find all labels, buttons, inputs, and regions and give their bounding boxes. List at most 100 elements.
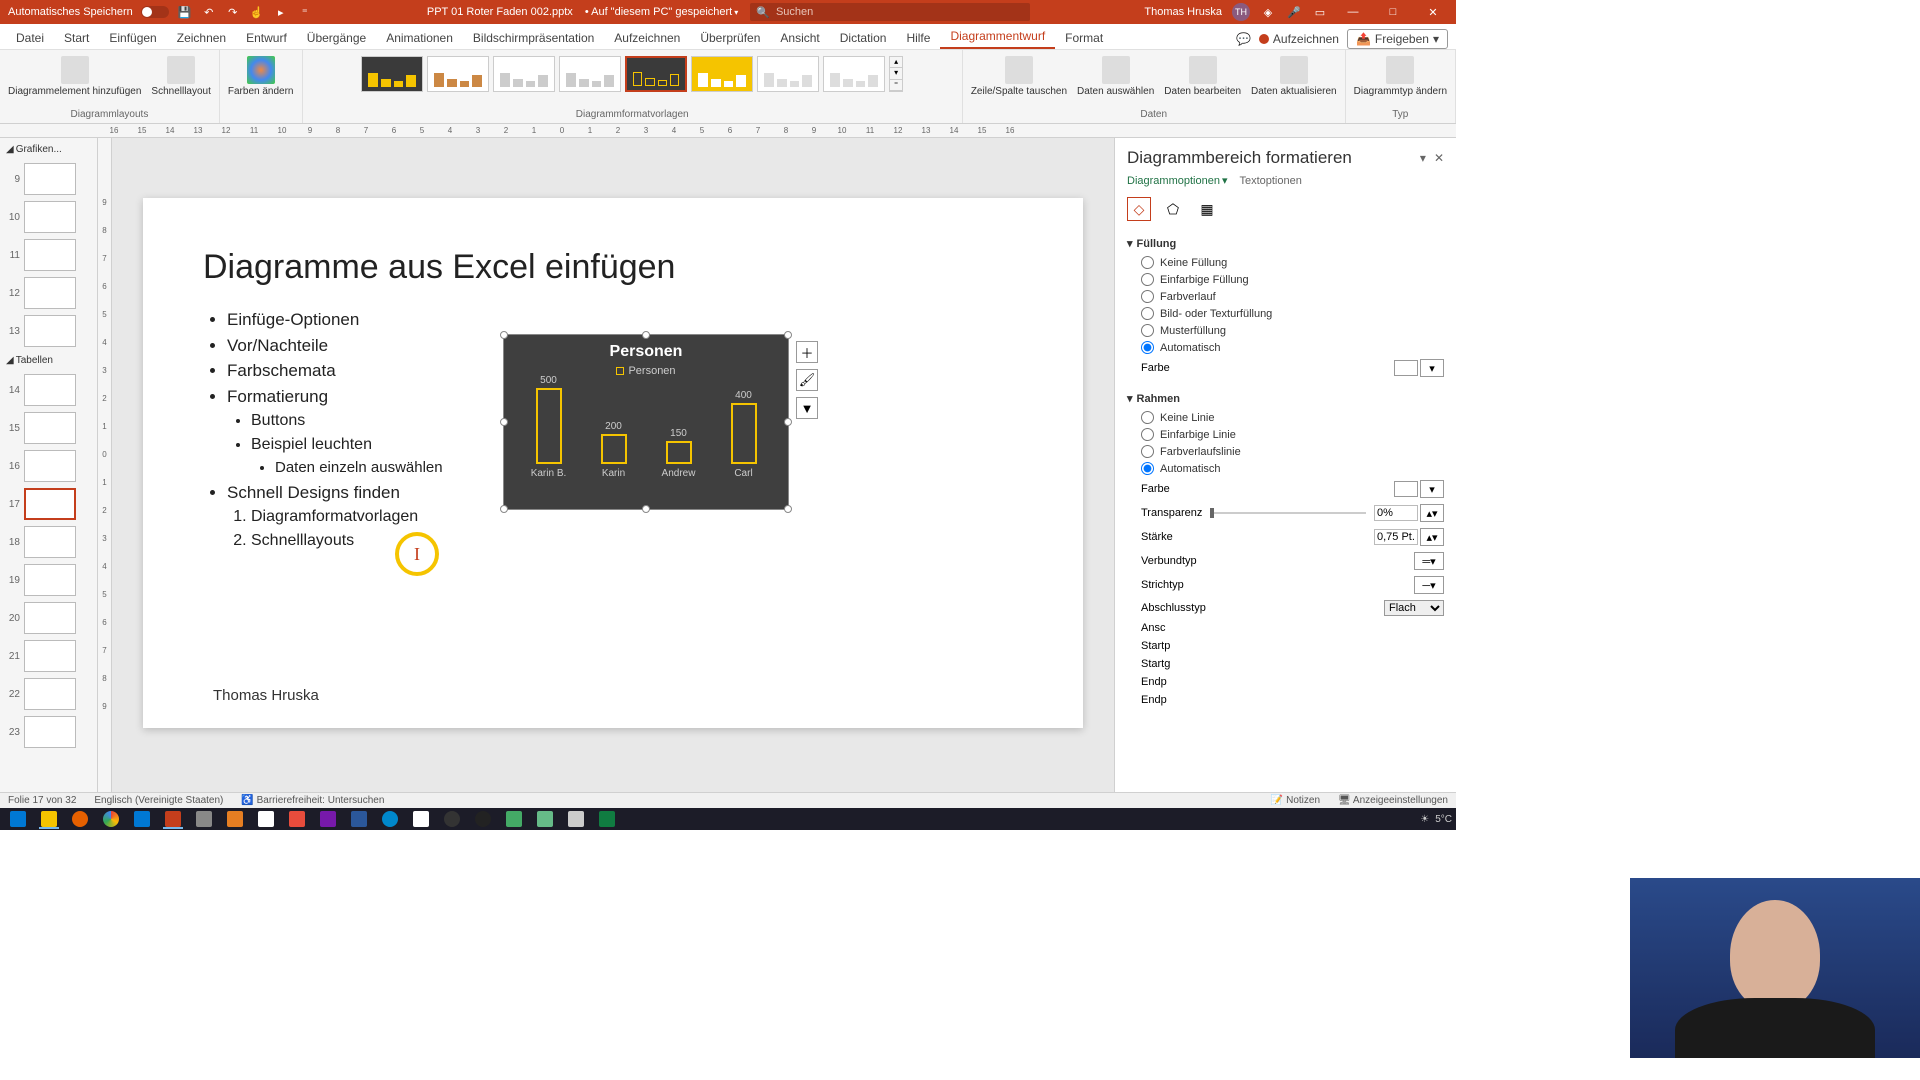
excel-button[interactable]	[593, 809, 621, 829]
thumbnail-panel[interactable]: ◢ Grafiken... 910111213 ◢ Tabellen 14151…	[0, 138, 98, 792]
transparency-input[interactable]	[1374, 505, 1418, 521]
tab-chart-design[interactable]: Diagrammentwurf	[940, 25, 1055, 49]
thumbnail-18[interactable]: 18	[4, 526, 93, 558]
app-18[interactable]	[531, 809, 559, 829]
redo-icon[interactable]: ↷	[225, 4, 241, 20]
explorer-button[interactable]	[35, 809, 63, 829]
pane-close-icon[interactable]: ✕	[1434, 151, 1444, 165]
change-type-button[interactable]: Diagrammtyp ändern	[1350, 54, 1451, 99]
quick-layout-button[interactable]: Schnelllayout	[147, 54, 214, 99]
thumbnail-22[interactable]: 22	[4, 678, 93, 710]
autosave-toggle[interactable]	[141, 6, 169, 18]
tab-format[interactable]: Format	[1055, 27, 1113, 49]
tab-slideshow[interactable]: Bildschirmpräsentation	[463, 27, 604, 49]
share-button[interactable]: 📤Freigeben▾	[1347, 29, 1448, 49]
style-2[interactable]	[427, 56, 489, 92]
chart-brush-button[interactable]: 🖌	[796, 369, 818, 391]
style-scroll-more[interactable]: ⁼	[890, 80, 902, 91]
weather-temp[interactable]: 5°C	[1435, 814, 1452, 825]
tab-insert[interactable]: Einfügen	[99, 27, 166, 49]
app-8[interactable]	[221, 809, 249, 829]
undo-icon[interactable]: ↶	[201, 4, 217, 20]
qat-more-icon[interactable]: ⁼	[297, 4, 313, 20]
app-16[interactable]	[469, 809, 497, 829]
thumbnail-12[interactable]: 12	[4, 277, 93, 309]
weather-icon[interactable]: ☀	[1420, 814, 1429, 825]
thumbnail-15[interactable]: 15	[4, 412, 93, 444]
thumb-img[interactable]	[24, 315, 76, 347]
handle-ml[interactable]	[500, 418, 508, 426]
visio-button[interactable]	[345, 809, 373, 829]
section-grafiken[interactable]: ◢ Grafiken...	[2, 142, 95, 157]
refresh-data-button[interactable]: Daten aktualisieren	[1247, 54, 1341, 99]
thumbnail-23[interactable]: 23	[4, 716, 93, 748]
style-scroll-down[interactable]: ▾	[890, 68, 902, 79]
fill-color-picker[interactable]	[1394, 360, 1418, 376]
tab-draw[interactable]: Zeichnen	[167, 27, 236, 49]
effects-icon[interactable]: ⬠	[1161, 197, 1185, 221]
border-auto[interactable]: Automatisch	[1127, 460, 1444, 477]
chrome-button[interactable]	[97, 809, 125, 829]
format-pane-scroll[interactable]: ▾ Füllung Keine Füllung Einfarbige Füllu…	[1115, 229, 1456, 792]
thumb-img[interactable]	[24, 412, 76, 444]
tab-help[interactable]: Hilfe	[896, 27, 940, 49]
swap-rowcol-button[interactable]: Zeile/Spalte tauschen	[967, 54, 1071, 99]
border-color-dd[interactable]: ▾	[1420, 480, 1444, 498]
handle-tl[interactable]	[500, 331, 508, 339]
thumbnail-13[interactable]: 13	[4, 315, 93, 347]
style-8[interactable]	[823, 56, 885, 92]
slide-canvas[interactable]: Diagramme aus Excel einfügen Einfüge-Opt…	[112, 138, 1114, 792]
pane-dropdown-icon[interactable]: ▾	[1420, 151, 1426, 165]
tab-transitions[interactable]: Übergänge	[297, 27, 376, 49]
notes-button[interactable]: 📝 Notizen	[1271, 795, 1320, 806]
border-gradient[interactable]: Farbverlaufslinie	[1127, 443, 1444, 460]
thumb-img[interactable]	[24, 602, 76, 634]
tab-review[interactable]: Überprüfen	[690, 27, 770, 49]
thumbnail-11[interactable]: 11	[4, 239, 93, 271]
tab-home[interactable]: Start	[54, 27, 99, 49]
thumb-img[interactable]	[24, 201, 76, 233]
section-tabellen[interactable]: ◢ Tabellen	[2, 353, 95, 368]
handle-tm[interactable]	[642, 331, 650, 339]
transparency-spin[interactable]: ▴▾	[1420, 504, 1444, 522]
fill-picture[interactable]: Bild- oder Texturfüllung	[1127, 305, 1444, 322]
fill-auto[interactable]: Automatisch	[1127, 339, 1444, 356]
handle-tr[interactable]	[784, 331, 792, 339]
tab-view[interactable]: Ansicht	[770, 27, 829, 49]
bar-0[interactable]: 500Karin B.	[524, 375, 574, 479]
touch-icon[interactable]: ☝	[249, 4, 265, 20]
style-1[interactable]	[361, 56, 423, 92]
style-5[interactable]	[625, 56, 687, 92]
style-scroll-up[interactable]: ▴	[890, 57, 902, 68]
style-3[interactable]	[493, 56, 555, 92]
thumbnail-16[interactable]: 16	[4, 450, 93, 482]
display-settings-button[interactable]: 🖥 Anzeigeeinstellungen	[1338, 795, 1448, 806]
thumb-img[interactable]	[24, 526, 76, 558]
thumb-img[interactable]	[24, 488, 76, 520]
width-spin[interactable]: ▴▾	[1420, 528, 1444, 546]
thumb-img[interactable]	[24, 277, 76, 309]
app-10[interactable]	[283, 809, 311, 829]
app-15[interactable]	[438, 809, 466, 829]
tab-dictation[interactable]: Dictation	[830, 27, 897, 49]
fill-pattern[interactable]: Musterfüllung	[1127, 322, 1444, 339]
start-button[interactable]	[4, 809, 32, 829]
handle-bm[interactable]	[642, 505, 650, 513]
mic-icon[interactable]: 🎤	[1286, 4, 1302, 20]
onenote-button[interactable]	[314, 809, 342, 829]
size-props-icon[interactable]: ▦	[1195, 197, 1219, 221]
powerpoint-button[interactable]	[159, 809, 187, 829]
thumbnail-19[interactable]: 19	[4, 564, 93, 596]
close-icon[interactable]: ✕	[1418, 0, 1448, 24]
bar-1[interactable]: 200Karin	[589, 421, 639, 479]
style-4[interactable]	[559, 56, 621, 92]
thumb-img[interactable]	[24, 564, 76, 596]
chart-object[interactable]: Personen Personen 500Karin B.200Karin150…	[503, 334, 789, 510]
tab-text-options[interactable]: Textoptionen	[1239, 174, 1301, 187]
fill-color-dd[interactable]: ▾	[1420, 359, 1444, 377]
thumbnail-14[interactable]: 14	[4, 374, 93, 406]
status-accessibility[interactable]: ♿ Barrierefreiheit: Untersuchen	[241, 795, 384, 806]
compound-dd[interactable]: ═▾	[1414, 552, 1444, 570]
minimize-icon[interactable]: —	[1338, 0, 1368, 24]
select-data-button[interactable]: Daten auswählen	[1073, 54, 1158, 99]
